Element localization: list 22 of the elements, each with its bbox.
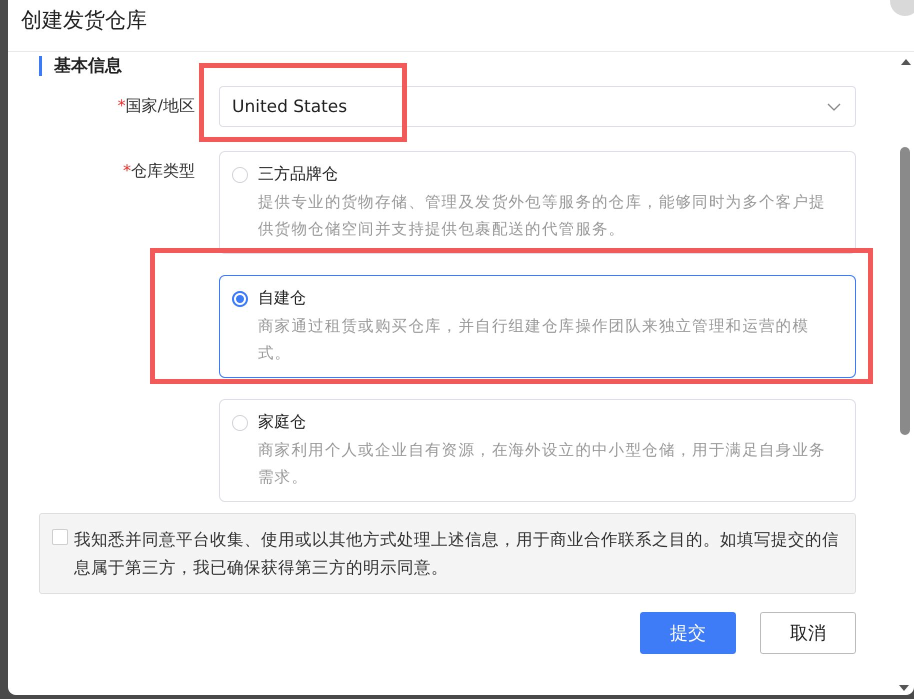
option-card[interactable]: 自建仓 商家通过租赁或购买仓库，并自行组建仓库操作团队来独立管理和运营的模式。 xyxy=(219,275,856,378)
scroll-up-icon[interactable] xyxy=(900,57,912,67)
country-select[interactable]: United States xyxy=(219,86,856,127)
option-card[interactable]: 家庭仓 商家利用个人或企业自有资源，在海外设立的中小型仓储，用于满足自身业务需求。 xyxy=(219,399,856,502)
field-label: *仓库类型 xyxy=(123,161,195,180)
scroll-down-icon[interactable] xyxy=(898,683,910,693)
cancel-button[interactable]: 取消 xyxy=(760,612,856,654)
option-title: 三方品牌仓 xyxy=(258,163,339,185)
dialog-title: 创建发货仓库 xyxy=(21,8,147,32)
option-description: 提供专业的货物存储、管理及发货外包等服务的仓库，能够同时为多个客户提供货物仓储空间并支持提供包裹配送的代管服务。 xyxy=(258,192,827,240)
submit-button[interactable]: 提交 xyxy=(640,612,736,654)
option-description: 商家利用个人或企业自有资源，在海外设立的中小型仓储，用于满足自身业务需求。 xyxy=(258,440,827,488)
option-card[interactable]: 三方品牌仓 提供专业的货物存储、管理及发货外包等服务的仓库，能够同时为多个客户提供货物仓储空间并支持提供包裹配送的代管服务。 xyxy=(219,151,856,254)
option-description: 商家通过租赁或购买仓库，并自行组建仓库操作团队来独立管理和运营的模式。 xyxy=(258,316,810,364)
radio-button[interactable] xyxy=(232,291,248,307)
chevron-down-icon xyxy=(827,102,841,110)
consent-text: 我知悉并同意平台收集、使用或以其他方式处理上述信息，用于商业合作联系之目的。如填写提交的信息属于第三方，我已确保获得第三方的明示同意。 xyxy=(74,529,840,579)
option-title: 家庭仓 xyxy=(258,411,307,433)
section-title: 基本信息 xyxy=(39,56,122,76)
option-title: 自建仓 xyxy=(258,287,307,309)
field-label: *国家/地区 xyxy=(118,96,195,115)
checkbox[interactable] xyxy=(52,529,68,545)
